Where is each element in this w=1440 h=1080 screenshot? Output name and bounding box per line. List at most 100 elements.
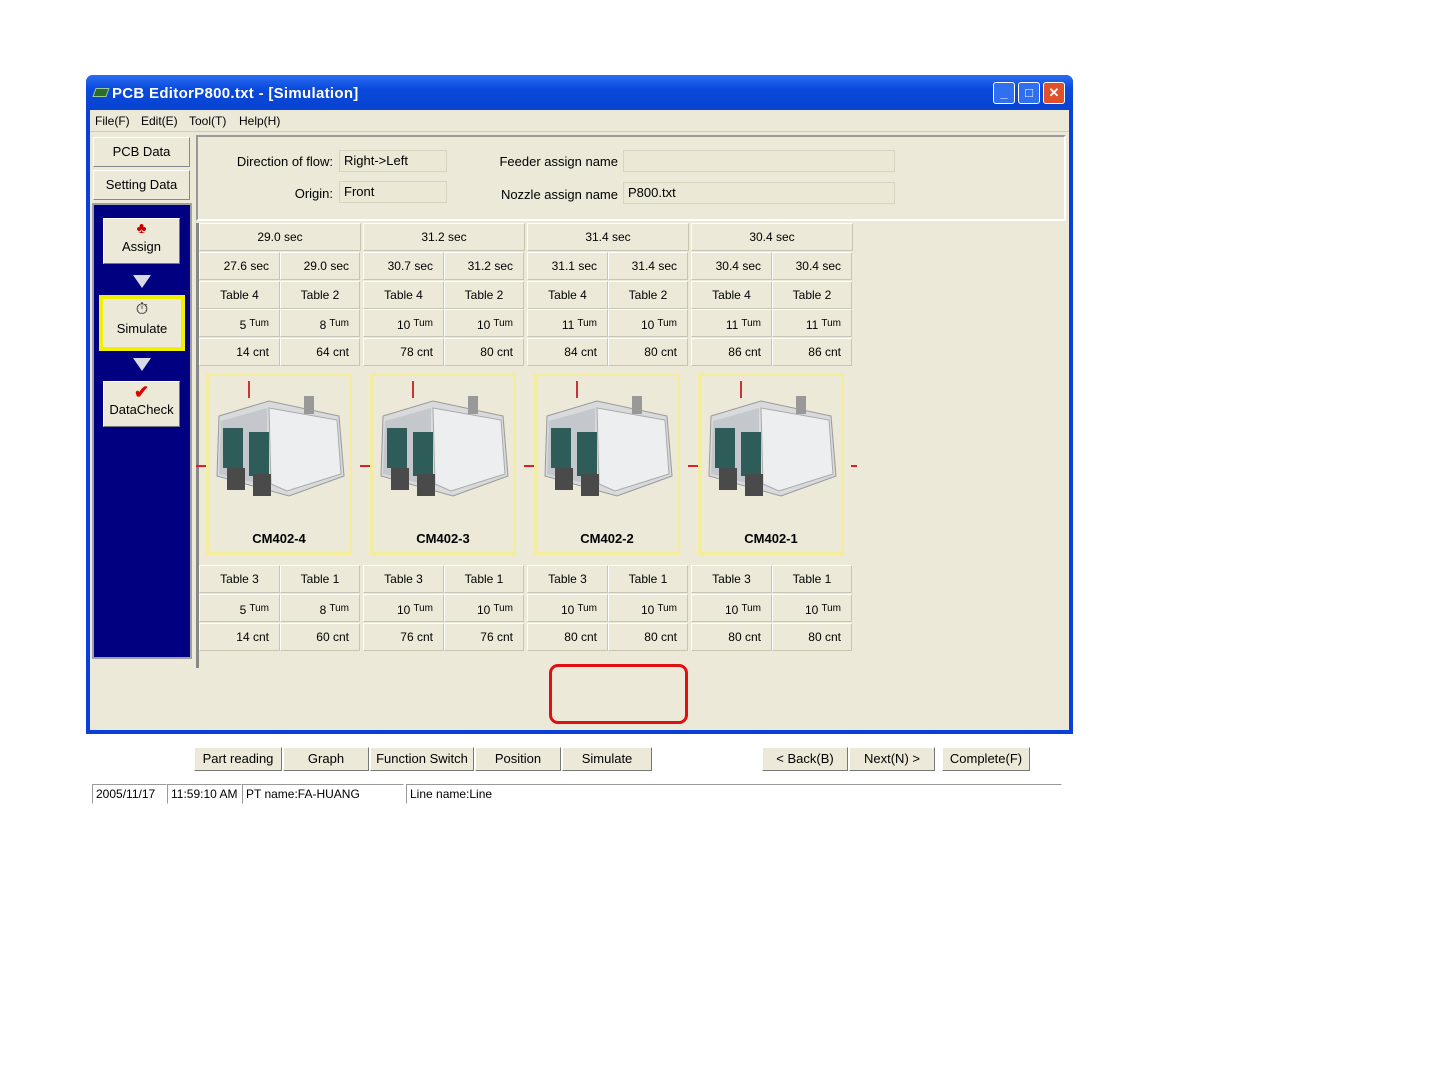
part-count: 84 cnt [527,338,608,366]
part-count: 76 cnt [363,623,444,651]
turn-count: 10 Tum [608,309,688,337]
feeder-label: Feeder assign name [499,154,618,169]
machine-total-time: 31.2 sec [363,223,525,251]
part-count: 14 cnt [199,338,280,366]
turn-count: 10 Tum [527,594,608,622]
turn-count: 11 Tum [691,309,772,337]
machine-card[interactable]: CM402-2 [534,373,680,555]
info-panel: Direction of flow: Right->Left Origin: F… [196,135,1066,221]
turn-value: 10 [805,603,819,617]
pcb-data-button[interactable]: PCB Data [93,137,190,167]
assign-icon: ♣ [136,220,147,237]
turn-unit: Tum [657,603,677,614]
table-name: Table 4 [527,281,608,309]
table-time: 30.4 sec [772,252,852,280]
origin-label: Origin: [294,186,333,201]
maximize-button[interactable]: □ [1018,82,1040,104]
turn-unit: Tum [821,603,841,614]
table-time: 31.2 sec [444,252,524,280]
turn-unit: Tum [413,318,433,329]
menu-file[interactable]: File(F) [95,114,130,128]
step-datacheck[interactable]: ✔ DataCheck [103,381,180,427]
menu-help[interactable]: Help(H) [239,114,280,128]
client-area: File(F) Edit(E) Tool(T) Help(H) PCB Data… [90,110,1069,804]
turn-unit: Tum [741,603,761,614]
turn-unit: Tum [249,603,269,614]
complete-button[interactable]: Complete(F) [942,747,1030,771]
machine-card[interactable]: CM402-1 [698,373,844,555]
origin-field[interactable]: Front [339,181,447,203]
close-button[interactable]: ✕ [1043,82,1065,104]
step-simulate[interactable]: ⏱ Simulate [99,295,185,351]
checkmark-icon: ✔ [133,382,150,402]
machine-name: CM402-1 [744,531,798,546]
step-label: Assign [121,239,162,254]
direction-label: Direction of flow: [236,154,333,169]
machine-image [708,381,837,497]
status-time: 11:59:10 AM [167,784,242,804]
turn-unit: Tum [493,318,513,329]
step-label: Simulate [116,321,168,336]
turn-count: 8 Tum [280,309,360,337]
turn-value: 11 [805,318,819,332]
menu-edit[interactable]: Edit(E) [141,114,178,128]
graph-button[interactable]: Graph [283,747,369,771]
turn-value: 11 [725,318,739,332]
simulate-button[interactable]: Simulate [562,747,652,771]
turn-value: 10 [561,603,575,617]
turn-unit: Tum [493,603,513,614]
part-reading-button[interactable]: Part reading [194,747,282,771]
conveyor-line [196,465,206,467]
machine-total-time: 30.4 sec [691,223,853,251]
menu-tool[interactable]: Tool(T) [189,114,226,128]
part-count: 86 cnt [691,338,772,366]
setting-data-button[interactable]: Setting Data [93,170,190,200]
feeder-field[interactable] [623,150,895,172]
app-window: PCB EditorP800.txt - [Simulation] _ □ ✕ … [86,75,1073,804]
conveyor-line [360,465,370,467]
table-name: Table 1 [608,565,688,593]
part-count: 78 cnt [363,338,444,366]
turn-count: 10 Tum [363,309,444,337]
machine-name: CM402-2 [580,531,634,546]
table-name: Table 1 [444,565,524,593]
minimize-button[interactable]: _ [993,82,1015,104]
machine-image [216,381,345,497]
machine-image [380,381,509,497]
turn-value: 8 [319,318,327,332]
part-count: 14 cnt [199,623,280,651]
turn-unit: Tum [577,318,597,329]
direction-field[interactable]: Right->Left [339,150,447,172]
next-button[interactable]: Next(N) > [849,747,935,771]
part-count: 80 cnt [691,623,772,651]
function-switch-button[interactable]: Function Switch [370,747,474,771]
table-name: Table 2 [444,281,524,309]
machine-card[interactable]: CM402-3 [370,373,516,555]
arrow-down-icon [133,275,151,288]
turn-count: 10 Tum [608,594,688,622]
table-name: Table 3 [691,565,772,593]
table-time: 30.7 sec [363,252,444,280]
turn-unit: Tum [413,603,433,614]
back-button[interactable]: < Back(B) [762,747,848,771]
turn-count: 5 Tum [199,594,280,622]
table-name: Table 3 [363,565,444,593]
table-name: Table 2 [608,281,688,309]
position-button[interactable]: Position [475,747,561,771]
turn-value: 10 [641,318,655,332]
conveyor-line [524,465,534,467]
status-pt-name: PT name:FA-HUANG [242,784,404,804]
app-icon [92,88,110,97]
nozzle-field[interactable]: P800.txt [623,182,895,204]
part-count: 60 cnt [280,623,360,651]
turn-value: 10 [477,603,491,617]
machine-card[interactable]: CM402-4 [206,373,352,555]
annotation-highlight [549,664,688,724]
nozzle-label: Nozzle assign name [500,187,618,202]
title-bar[interactable]: PCB EditorP800.txt - [Simulation] _ □ ✕ [86,75,1073,110]
step-assign[interactable]: ♣ Assign [103,218,180,264]
turn-value: 10 [725,603,739,617]
table-name: Table 4 [363,281,444,309]
arrow-down-icon [133,358,151,371]
part-count: 80 cnt [608,338,688,366]
